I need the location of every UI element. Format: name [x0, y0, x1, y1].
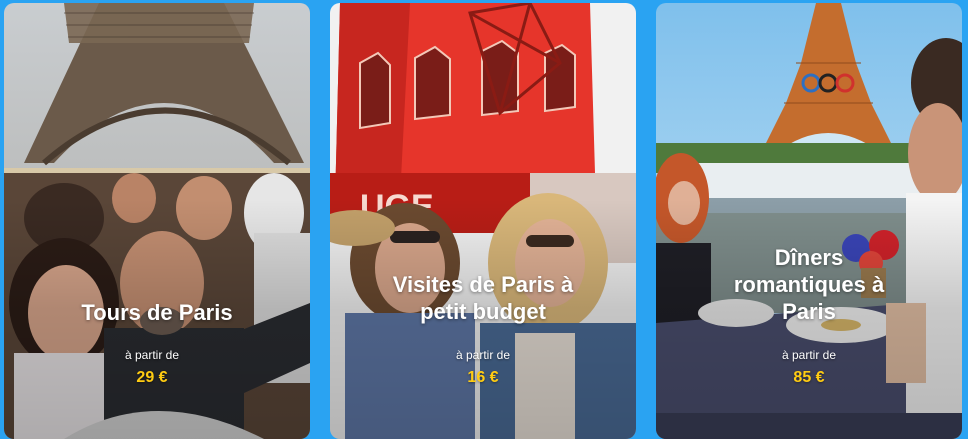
tour-card-paris-tours[interactable]: Tours de Paris à partir de 29 € — [4, 3, 310, 439]
tour-card-budget-visits[interactable]: UGE Visites de Paris à petit budget à pa… — [330, 3, 636, 439]
price-from-label: à partir de — [124, 348, 180, 362]
card-title: Tours de Paris — [81, 300, 233, 325]
card-price: 16 € — [467, 369, 499, 386]
card-title: Dîners romantiques à Paris — [733, 245, 885, 324]
tour-card-list: Tours de Paris à partir de 29 € Visites … — [3, 3, 965, 439]
price-from-label: à partir de — [781, 348, 837, 362]
price-from-label: à partir de — [455, 348, 511, 362]
card-price: 85 € — [793, 369, 825, 386]
card-title: Visites de Paris à petit budget — [392, 272, 574, 324]
card-price: 29 € — [136, 369, 168, 386]
tour-card-romantic-dinners[interactable]: Dîners romantiques à Paris à partir de 8… — [656, 3, 962, 439]
